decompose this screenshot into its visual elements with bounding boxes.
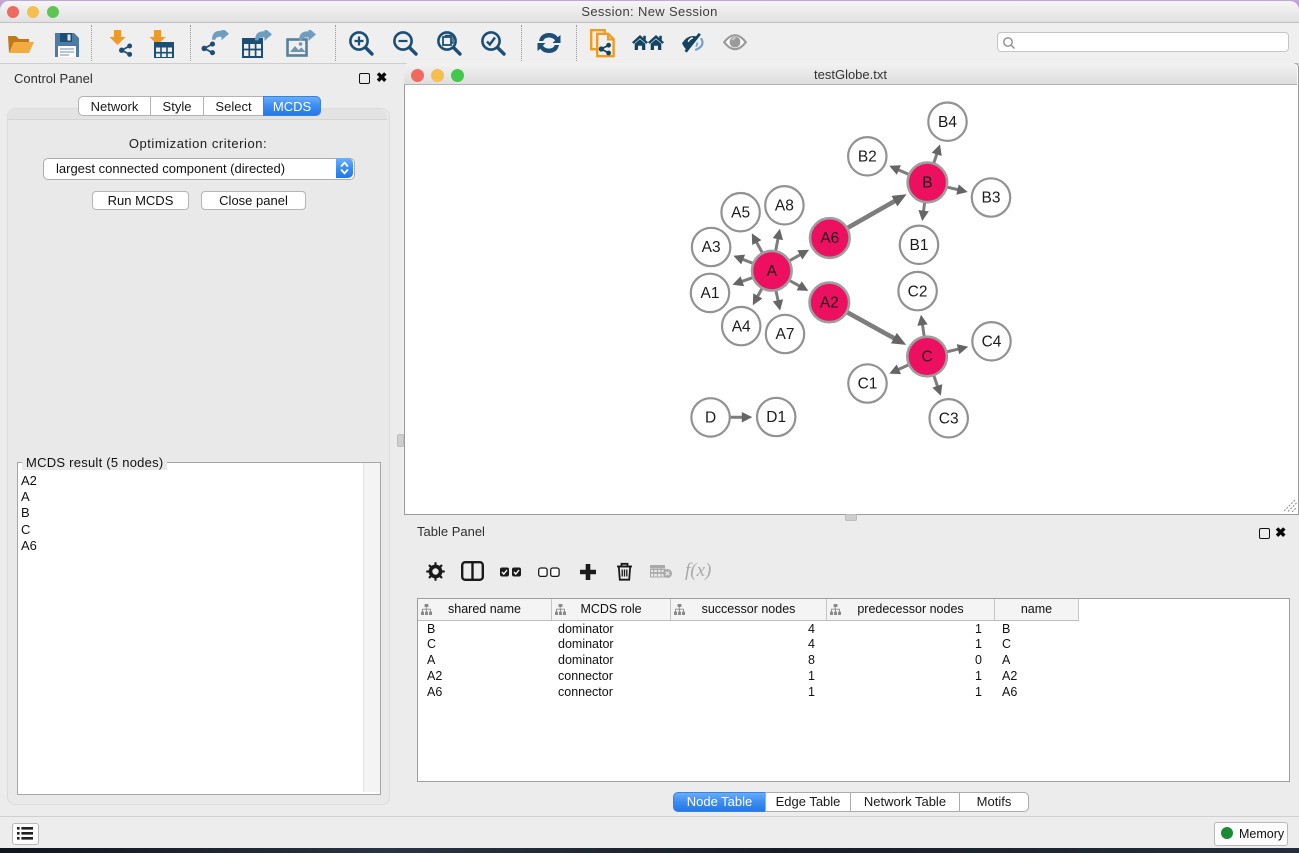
svg-text:A5: A5 bbox=[731, 204, 750, 221]
svg-text:B3: B3 bbox=[982, 190, 1001, 207]
svg-text:B2: B2 bbox=[858, 149, 877, 166]
svg-text:D: D bbox=[705, 410, 716, 427]
svg-text:C: C bbox=[921, 349, 932, 366]
svg-text:A7: A7 bbox=[776, 326, 795, 343]
svg-text:C3: C3 bbox=[939, 411, 959, 428]
svg-text:D1: D1 bbox=[766, 409, 786, 426]
svg-text:B4: B4 bbox=[938, 114, 957, 131]
svg-text:A: A bbox=[767, 263, 778, 280]
svg-text:A8: A8 bbox=[775, 198, 794, 215]
svg-text:B1: B1 bbox=[910, 237, 929, 254]
svg-text:A2: A2 bbox=[820, 295, 839, 312]
svg-text:A3: A3 bbox=[702, 239, 721, 256]
svg-text:B: B bbox=[922, 175, 932, 192]
svg-text:C4: C4 bbox=[982, 334, 1002, 351]
svg-text:C1: C1 bbox=[858, 376, 878, 393]
svg-text:A1: A1 bbox=[701, 285, 720, 302]
svg-text:A4: A4 bbox=[732, 318, 751, 335]
svg-text:C2: C2 bbox=[908, 283, 928, 300]
svg-text:A6: A6 bbox=[820, 230, 839, 247]
